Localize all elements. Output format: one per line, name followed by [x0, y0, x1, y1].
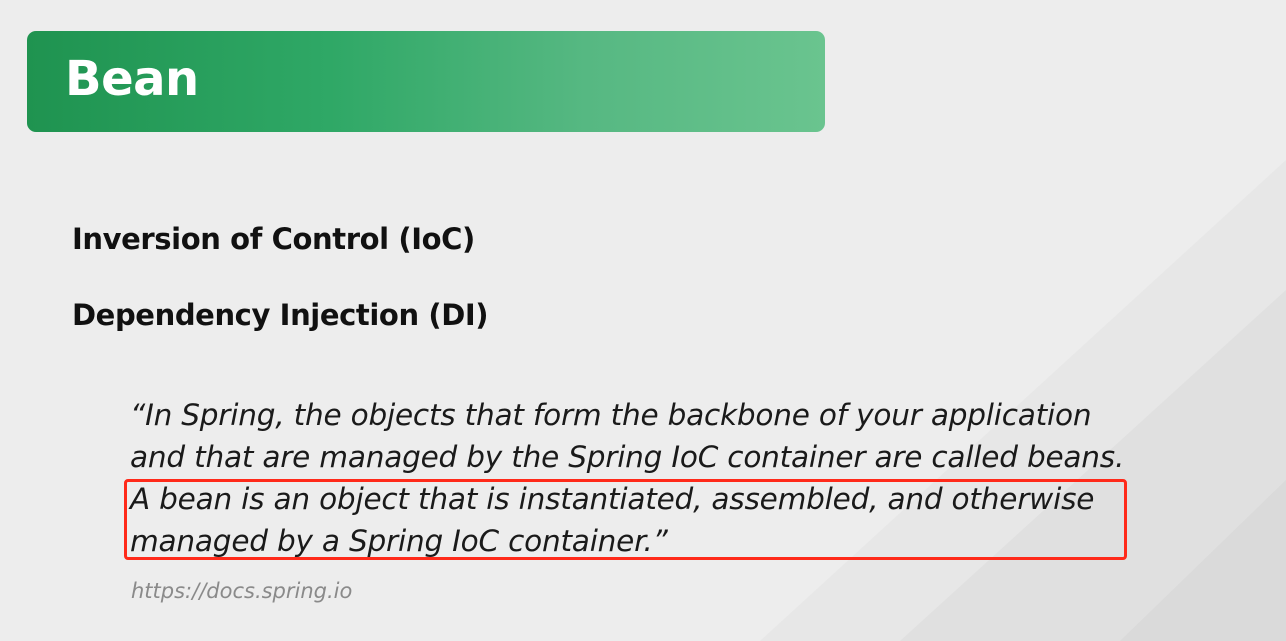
- heading-di: Dependency Injection (DI): [72, 298, 489, 332]
- highlight-annotation-box: [124, 479, 1127, 560]
- heading-ioc: Inversion of Control (IoC): [72, 222, 475, 256]
- slide-title: Bean: [65, 51, 199, 107]
- title-banner: Bean: [27, 31, 825, 132]
- source-citation: https://docs.spring.io: [131, 579, 353, 603]
- quote-line: “In Spring, the objects that form the ba…: [130, 398, 1092, 432]
- quote-line: and that are managed by the Spring IoC c…: [130, 440, 1125, 474]
